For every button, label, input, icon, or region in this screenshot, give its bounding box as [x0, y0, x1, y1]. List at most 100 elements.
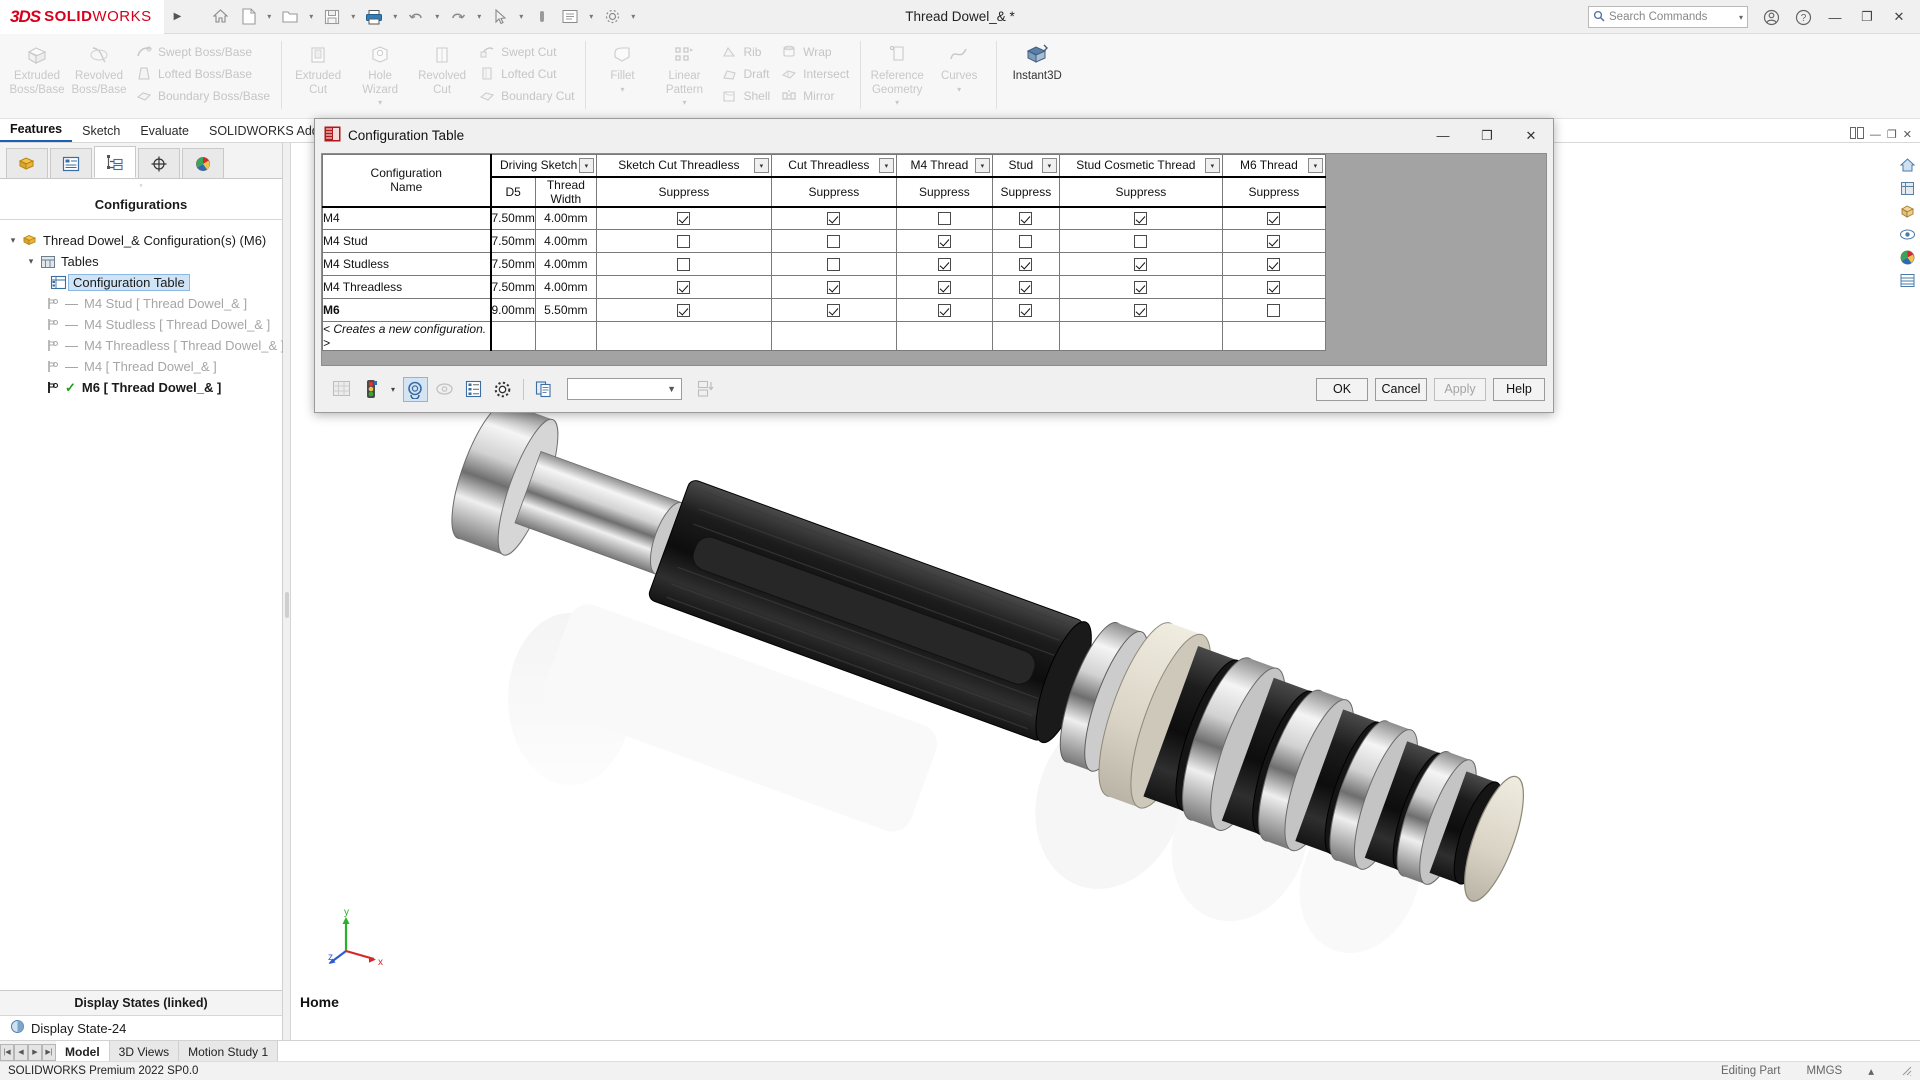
feature-manager-tab[interactable] [6, 148, 48, 178]
cell-suppress-stud-m4[interactable] [991, 206, 1060, 230]
header-stud[interactable]: Stud ▾ [991, 154, 1060, 178]
m4-thread-dropdown-icon[interactable]: ▾ [974, 158, 990, 173]
tab-features[interactable]: Features [0, 119, 73, 142]
checkbox[interactable] [1267, 235, 1281, 249]
cell-suppress-sketch-cut-threadless-m4-studless[interactable] [595, 252, 772, 276]
checkbox[interactable] [1267, 304, 1281, 318]
cell-suppress-cut-threadless-m6[interactable] [770, 298, 897, 322]
reference-geometry-caret-icon[interactable]: ▾ [866, 98, 928, 107]
table-row[interactable]: M4 7.50mm 4.00mm [322, 206, 1326, 230]
nav-prev-button[interactable]: ◀ [14, 1043, 28, 1061]
fillet-button[interactable]: Fillet [591, 38, 653, 84]
cell-d5-m4-studless[interactable]: 7.50mm [490, 252, 536, 276]
home-icon[interactable] [207, 4, 233, 30]
tree-node-config-m4-threadless[interactable]: — M4 Threadless [ Thread Dowel_& ] [0, 335, 284, 356]
print-icon[interactable] [361, 4, 387, 30]
nav-next-button[interactable]: ▶ [28, 1043, 42, 1061]
nav-first-button[interactable]: |◀ [0, 1043, 14, 1061]
checkbox[interactable] [1134, 304, 1148, 318]
tab-evaluate[interactable]: Evaluate [130, 121, 199, 142]
linear-pattern-caret-icon[interactable]: ▾ [653, 98, 715, 107]
link-values-icon[interactable] [403, 376, 428, 402]
checkbox[interactable] [827, 258, 841, 272]
reference-geometry-button[interactable]: Reference Geometry [866, 38, 928, 97]
cell-suppress-m4-thread-m6[interactable] [895, 298, 993, 322]
doc-close-button[interactable]: ✕ [1903, 128, 1912, 141]
shell-button[interactable]: Shell [715, 85, 775, 106]
display-manager-tab[interactable] [182, 148, 224, 178]
checkbox[interactable] [1134, 212, 1148, 226]
window-minimize-button[interactable]: — [1820, 2, 1850, 32]
header-driving-sketch[interactable]: Driving Sketch ▾ [490, 154, 597, 178]
list-properties-icon[interactable] [461, 377, 486, 402]
menu-expand-arrow-icon[interactable]: ▶ [164, 11, 192, 22]
help-button[interactable]: Help [1493, 377, 1545, 401]
settings-caret-icon[interactable]: ▾ [627, 12, 639, 21]
header-sketch-cut-threadless[interactable]: Sketch Cut Threadless ▾ [595, 154, 772, 178]
tab-motion-study-1[interactable]: Motion Study 1 [179, 1041, 279, 1061]
cell-suppress-m6-thread-m4-threadless[interactable] [1221, 275, 1326, 299]
panel-splitter[interactable] [283, 143, 291, 1040]
panel-pin-icon[interactable]: ◦ [0, 179, 282, 191]
swept-cut-button[interactable]: Swept Cut [473, 41, 579, 62]
cell-suppress-m6-thread-m4-stud[interactable] [1221, 229, 1326, 253]
cell-suppress-stud-m6[interactable] [991, 298, 1060, 322]
settings-gear-icon[interactable] [599, 4, 625, 30]
open-icon[interactable] [277, 4, 303, 30]
tab-sketch[interactable]: Sketch [72, 121, 130, 142]
configuration-table[interactable]: Configuration Name Driving Sketch ▾ Sket… [322, 154, 1326, 351]
checkbox[interactable] [827, 281, 841, 295]
revolved-boss-base-button[interactable]: Revolved Boss/Base [68, 38, 130, 106]
cell-d5-m4-stud[interactable]: 7.50mm [490, 229, 536, 253]
extruded-boss-base-button[interactable]: Extruded Boss/Base [6, 38, 68, 106]
dialog-minimize-button[interactable]: — [1421, 119, 1465, 152]
hole-wizard-caret-icon[interactable]: ▾ [349, 98, 411, 107]
cell-suppress-stud-m4-studless[interactable] [991, 252, 1060, 276]
tree-node-config-m6[interactable]: ✓ M6 [ Thread Dowel_& ] [0, 377, 282, 398]
header-m6-thread[interactable]: M6 Thread ▾ [1221, 154, 1326, 178]
header-cut-threadless[interactable]: Cut Threadless ▾ [770, 154, 897, 178]
copy-config-icon[interactable] [532, 377, 557, 402]
checkbox[interactable] [1019, 281, 1033, 295]
stud-cosmetic-thread-dropdown-icon[interactable]: ▾ [1204, 158, 1220, 173]
table-row[interactable]: M6 9.00mm 5.50mm [322, 298, 1326, 322]
cell-suppress-cut-threadless-m4-threadless[interactable] [770, 275, 897, 299]
checkbox[interactable] [937, 304, 951, 318]
cut-threadless-dropdown-icon[interactable]: ▾ [878, 158, 894, 173]
checkbox[interactable] [1019, 212, 1033, 226]
cell-suppress-m4-thread-m4[interactable] [895, 206, 993, 230]
status-units-text[interactable]: MMGS [1806, 1065, 1842, 1077]
display-state-item[interactable]: Display State-24 [0, 1016, 282, 1040]
configuration-table-dialog[interactable]: Configuration Table — ❐ ✕ Configuration … [314, 118, 1554, 413]
hole-wizard-button[interactable]: Hole Wizard [349, 38, 411, 97]
scene-icon[interactable] [1897, 270, 1917, 290]
checkbox[interactable] [677, 212, 691, 226]
chevron-down-icon[interactable]: ▼ [667, 384, 676, 394]
checkbox[interactable] [677, 235, 691, 249]
redo-caret-icon[interactable]: ▾ [473, 12, 485, 21]
new-document-caret-icon[interactable]: ▾ [263, 12, 275, 21]
save-icon[interactable] [319, 4, 345, 30]
tree-node-root[interactable]: ▾ Thread Dowel_& Configuration(s) (M6) [0, 230, 282, 251]
tab-model[interactable]: Model [56, 1041, 110, 1061]
print-caret-icon[interactable]: ▾ [389, 12, 401, 21]
new-document-icon[interactable] [235, 4, 261, 30]
extruded-cut-button[interactable]: Extruded Cut [287, 38, 349, 97]
cell-thread-width-m4-studless[interactable]: 4.00mm [534, 252, 597, 276]
tree-node-tables[interactable]: ▾ Tables [0, 251, 282, 272]
cell-suppress-sketch-cut-threadless-m6[interactable] [595, 298, 772, 322]
cell-suppress-m4-thread-m4-threadless[interactable] [895, 275, 993, 299]
cell-thread-width-m6[interactable]: 5.50mm [534, 298, 597, 322]
tree-node-config-m4-stud[interactable]: — M4 Stud [ Thread Dowel_& ] [0, 293, 282, 314]
checkbox[interactable] [827, 304, 841, 318]
cell-d5-m4-threadless[interactable]: 7.50mm [490, 275, 536, 299]
window-close-button[interactable]: ✕ [1884, 2, 1914, 32]
cell-suppress-m6-thread-m4-studless[interactable] [1221, 252, 1326, 276]
checkbox[interactable] [827, 235, 841, 249]
boundary-cut-button[interactable]: Boundary Cut [473, 85, 579, 106]
intersect-button[interactable]: Intersect [775, 63, 854, 84]
header-stud-cosmetic-thread[interactable]: Stud Cosmetic Thread ▾ [1058, 154, 1223, 178]
tables-twisty-icon[interactable]: ▾ [24, 256, 38, 267]
window-restore-button[interactable]: ❐ [1852, 2, 1882, 32]
help-icon[interactable]: ? [1788, 2, 1818, 32]
